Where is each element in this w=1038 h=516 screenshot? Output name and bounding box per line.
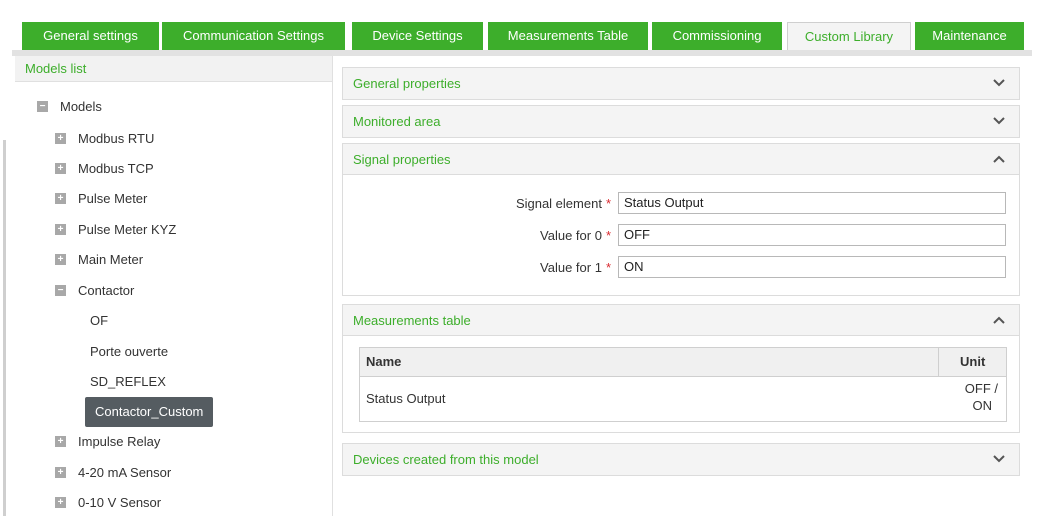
plus-box-icon[interactable]: + — [55, 467, 66, 479]
tab-custom-library[interactable]: Custom Library — [787, 22, 911, 50]
table-header-row: Name Unit — [360, 348, 1006, 377]
tree-item-label: 0-10 V Sensor — [78, 495, 162, 510]
tab-measurements-table[interactable]: Measurements Table — [488, 22, 648, 50]
value-for-0-input[interactable]: OFF — [618, 224, 1006, 246]
plus-box-icon[interactable]: + — [55, 224, 66, 236]
value-for-1-row: Value for 1 * ON — [343, 256, 1021, 280]
chevron-up-icon[interactable] — [993, 305, 1007, 336]
tree-item-label: Modbus RTU — [78, 131, 155, 146]
column-divider — [938, 348, 939, 376]
measurements-table-panel: Measurements table Name Unit Status Outp… — [342, 304, 1020, 433]
column-header-unit[interactable]: Unit — [960, 348, 985, 376]
tree-item-contactor-custom[interactable]: Contactor_Custom — [85, 397, 214, 427]
cell-unit-line1: OFF / — [964, 381, 998, 396]
cell-unit-line2: ON — [972, 398, 993, 413]
signal-element-label: Signal element * — [515, 196, 611, 211]
tree-item-label: Main Meter — [78, 252, 144, 267]
tree-root-models[interactable]: − Models — [37, 96, 102, 118]
tree-item-label: Modbus TCP — [78, 161, 154, 176]
value-for-1-label: Value for 1 * — [540, 260, 611, 275]
tab-device-settings[interactable]: Device Settings — [352, 22, 483, 50]
tree-item-impulse-relay[interactable]: + Impulse Relay — [55, 431, 160, 453]
tab-maintenance[interactable]: Maintenance — [915, 22, 1024, 50]
tree-item-contactor[interactable]: − Contactor — [55, 280, 134, 302]
tree-item-porte-ouverte[interactable]: Porte ouverte — [90, 341, 168, 363]
tree-item-pulse-meter-kyz[interactable]: + Pulse Meter KYZ — [55, 219, 176, 241]
value-for-0-label: Value for 0 * — [540, 228, 611, 243]
tree-item-modbus-rtu[interactable]: + Modbus RTU — [55, 128, 154, 150]
chevron-down-icon[interactable] — [993, 444, 1007, 475]
plus-box-icon[interactable]: + — [55, 436, 66, 448]
monitored-area-header[interactable]: Monitored area — [343, 106, 1019, 137]
monitored-area-panel: Monitored area — [342, 105, 1020, 138]
tab-general-settings[interactable]: General settings — [22, 22, 159, 50]
tab-bar: General settings Communication Settings … — [12, 18, 1032, 50]
devices-created-header[interactable]: Devices created from this model — [343, 444, 1019, 475]
panel-title: Measurements table — [353, 313, 471, 328]
minus-box-icon[interactable]: − — [55, 285, 66, 297]
top-strip — [0, 0, 1038, 18]
table-row[interactable]: Status Output OFF / ON — [360, 377, 1006, 421]
chevron-up-icon[interactable] — [993, 144, 1007, 175]
tree-item-label: Impulse Relay — [78, 434, 161, 449]
panel-title: Signal properties — [353, 152, 451, 167]
plus-box-icon[interactable]: + — [55, 497, 66, 509]
measurements-table-header[interactable]: Measurements table — [343, 305, 1019, 336]
tree-item-of[interactable]: OF — [90, 310, 108, 332]
panel-title: Devices created from this model — [353, 452, 539, 467]
plus-box-icon[interactable]: + — [55, 163, 66, 175]
tab-commissioning[interactable]: Commissioning — [652, 22, 782, 50]
panel-title: Monitored area — [353, 114, 441, 129]
window-edge — [3, 140, 6, 516]
plus-box-icon[interactable]: + — [55, 254, 66, 266]
minus-box-icon[interactable]: − — [37, 101, 48, 113]
plus-box-icon[interactable]: + — [55, 133, 66, 145]
tree-item-label: 4-20 mA Sensor — [78, 465, 172, 480]
tree-item-modbus-tcp[interactable]: + Modbus TCP — [55, 158, 154, 180]
chevron-down-icon[interactable] — [993, 68, 1007, 99]
value-for-1-input[interactable]: ON — [618, 256, 1006, 278]
chevron-down-icon[interactable] — [993, 106, 1007, 137]
devices-created-panel: Devices created from this model — [342, 443, 1020, 476]
column-header-name[interactable]: Name — [366, 348, 401, 376]
tree-item-pulse-meter[interactable]: + Pulse Meter — [55, 188, 147, 210]
tree-root-label: Models — [60, 99, 102, 114]
tree-item-4-20ma-sensor[interactable]: +4-20 mA Sensor — [55, 462, 171, 484]
tree-item-label: Contactor — [78, 283, 135, 298]
general-properties-panel: General properties — [342, 67, 1020, 100]
general-properties-header[interactable]: General properties — [343, 68, 1019, 99]
panel-title: General properties — [353, 76, 461, 91]
tree-item-main-meter[interactable]: + Main Meter — [55, 249, 143, 271]
tab-communication-settings[interactable]: Communication Settings — [162, 22, 345, 50]
measurements-table: Name Unit Status Output OFF / ON — [359, 347, 1007, 422]
tree-item-label: Pulse Meter KYZ — [78, 222, 177, 237]
tree-item-0-10v-sensor[interactable]: +0-10 V Sensor — [55, 492, 161, 514]
models-list-header: Models list — [15, 56, 332, 82]
signal-element-input[interactable]: Status Output — [618, 192, 1006, 214]
models-sidebar: Models list − Models + Modbus RTU + Modbus … — [15, 56, 333, 516]
plus-box-icon[interactable]: + — [55, 193, 66, 205]
value-for-0-row: Value for 0 * OFF — [343, 224, 1021, 248]
tree-item-label: Pulse Meter — [78, 191, 148, 206]
tree-item-sd-reflex[interactable]: SD_REFLEX — [90, 371, 166, 393]
signal-element-row: Signal element * Status Output — [343, 192, 1021, 216]
signal-properties-header[interactable]: Signal properties — [343, 144, 1019, 175]
cell-name: Status Output — [366, 391, 446, 406]
signal-properties-panel: Signal properties Signal element * Status… — [342, 143, 1020, 296]
